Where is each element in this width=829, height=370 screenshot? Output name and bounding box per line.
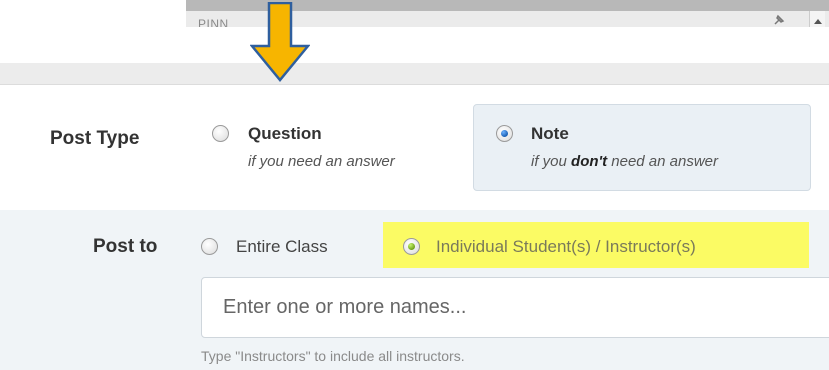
composer-header-bar [0, 63, 829, 85]
post-type-label: Post Type [50, 128, 140, 149]
option-entire-class[interactable]: Entire Class [236, 237, 328, 257]
names-input[interactable] [201, 277, 829, 338]
option-individual[interactable]: Individual Student(s) / Instructor(s) [436, 237, 696, 257]
post-to-label: Post to [93, 236, 158, 257]
gap [0, 27, 829, 63]
radio-question[interactable] [212, 125, 229, 142]
option-question-title[interactable]: Question [248, 124, 322, 144]
option-question-subtitle: if you need an answer [248, 153, 395, 170]
option-note-subtitle: if you don't need an answer [531, 153, 719, 170]
down-arrow-icon [250, 2, 310, 82]
radio-individual[interactable] [403, 238, 420, 255]
radio-entire-class[interactable] [201, 238, 218, 255]
names-hint: Type "Instructors" to include all instru… [201, 348, 465, 364]
option-note-title[interactable]: Note [531, 124, 569, 144]
option-note-box[interactable] [473, 104, 811, 191]
radio-note[interactable] [496, 125, 513, 142]
pin-icon[interactable] [773, 14, 785, 26]
